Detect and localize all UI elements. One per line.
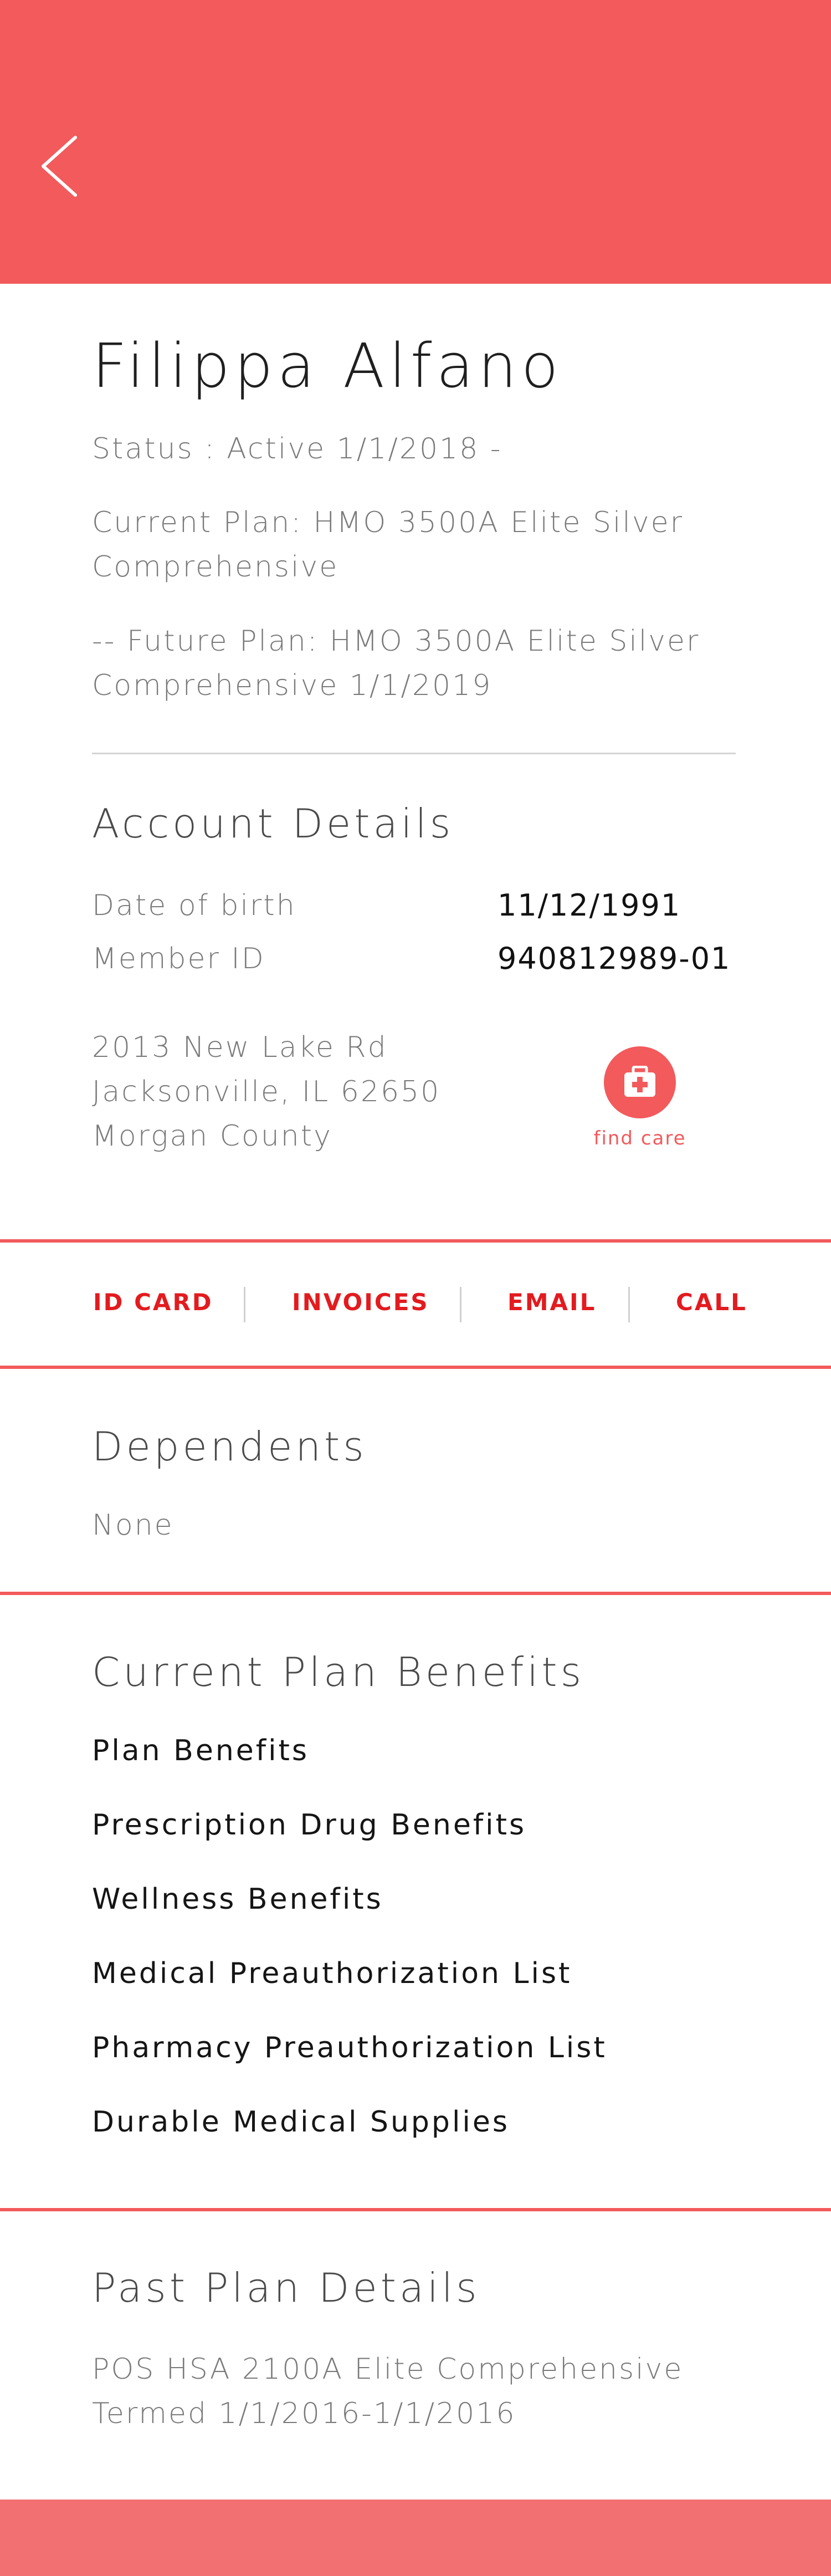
medical-preauthorization-list-link[interactable]: Medical Preauthorization List [92, 1954, 572, 1993]
invoices-button[interactable]: INVOICES [292, 1286, 429, 1319]
divider [92, 753, 736, 754]
past-plan-details-title: Past Plan Details [92, 2265, 480, 2311]
section-divider [0, 1592, 831, 1595]
plan-benefits-link[interactable]: Plan Benefits [92, 1731, 309, 1770]
action-separator [244, 1287, 245, 1322]
durable-medical-supplies-link[interactable]: Durable Medical Supplies [92, 2103, 510, 2141]
action-separator [628, 1287, 630, 1322]
wellness-benefits-link[interactable]: Wellness Benefits [92, 1880, 383, 1919]
email-button[interactable]: EMAIL [507, 1286, 596, 1319]
first-aid-kit-icon [624, 1066, 655, 1097]
account-details-title: Account Details [92, 800, 454, 847]
past-plan-text: POS HSA 2100A Elite Comprehensive Termed… [92, 2347, 683, 2436]
action-bar: ID CARD INVOICES EMAIL CALL [0, 1243, 831, 1366]
member-name: Filippa Alfano [92, 330, 563, 401]
address-line-3: Morgan County [92, 1120, 332, 1153]
future-plan-text: -- Future Plan: HMO 3500A Elite Silver C… [92, 625, 700, 702]
dependents-value: None [92, 1509, 174, 1542]
header-bar [0, 0, 831, 284]
current-plan-benefits-title: Current Plan Benefits [92, 1649, 585, 1695]
address-line-2: Jacksonville, IL 62650 [92, 1075, 441, 1108]
address-line-1: 2013 New Lake Rd [92, 1031, 388, 1064]
section-divider [0, 2208, 831, 2211]
dob-value: 11/12/1991 [497, 888, 681, 923]
member-id-value: 940812989-01 [497, 941, 731, 976]
address: 2013 New Lake Rd Jacksonville, IL 62650 … [92, 1025, 440, 1158]
dob-label: Date of birth [92, 889, 296, 922]
prescription-drug-benefits-link[interactable]: Prescription Drug Benefits [92, 1806, 526, 1844]
action-separator [460, 1287, 461, 1322]
past-plan-term: Termed 1/1/2016-1/1/2016 [92, 2397, 516, 2430]
find-care-button[interactable]: find care [593, 1046, 687, 1149]
member-id-label: Member ID [92, 942, 265, 975]
section-divider [0, 1366, 831, 1369]
find-care-label: find care [593, 1127, 686, 1149]
current-plan-text: Current Plan: HMO 3500A Elite Silver Com… [92, 506, 684, 584]
footer-bar [0, 2500, 831, 2576]
dependents-title: Dependents [92, 1423, 367, 1470]
call-button[interactable]: CALL [676, 1286, 747, 1319]
id-card-button[interactable]: ID CARD [93, 1286, 213, 1319]
back-button[interactable] [39, 133, 89, 200]
find-care-circle [604, 1046, 676, 1118]
past-plan-name: POS HSA 2100A Elite Comprehensive [92, 2353, 684, 2386]
chevron-left-icon [42, 136, 77, 197]
member-status: Status : Active 1/1/2018 - [92, 432, 502, 466]
pharmacy-preauthorization-list-link[interactable]: Pharmacy Preauthorization List [92, 2028, 607, 2067]
